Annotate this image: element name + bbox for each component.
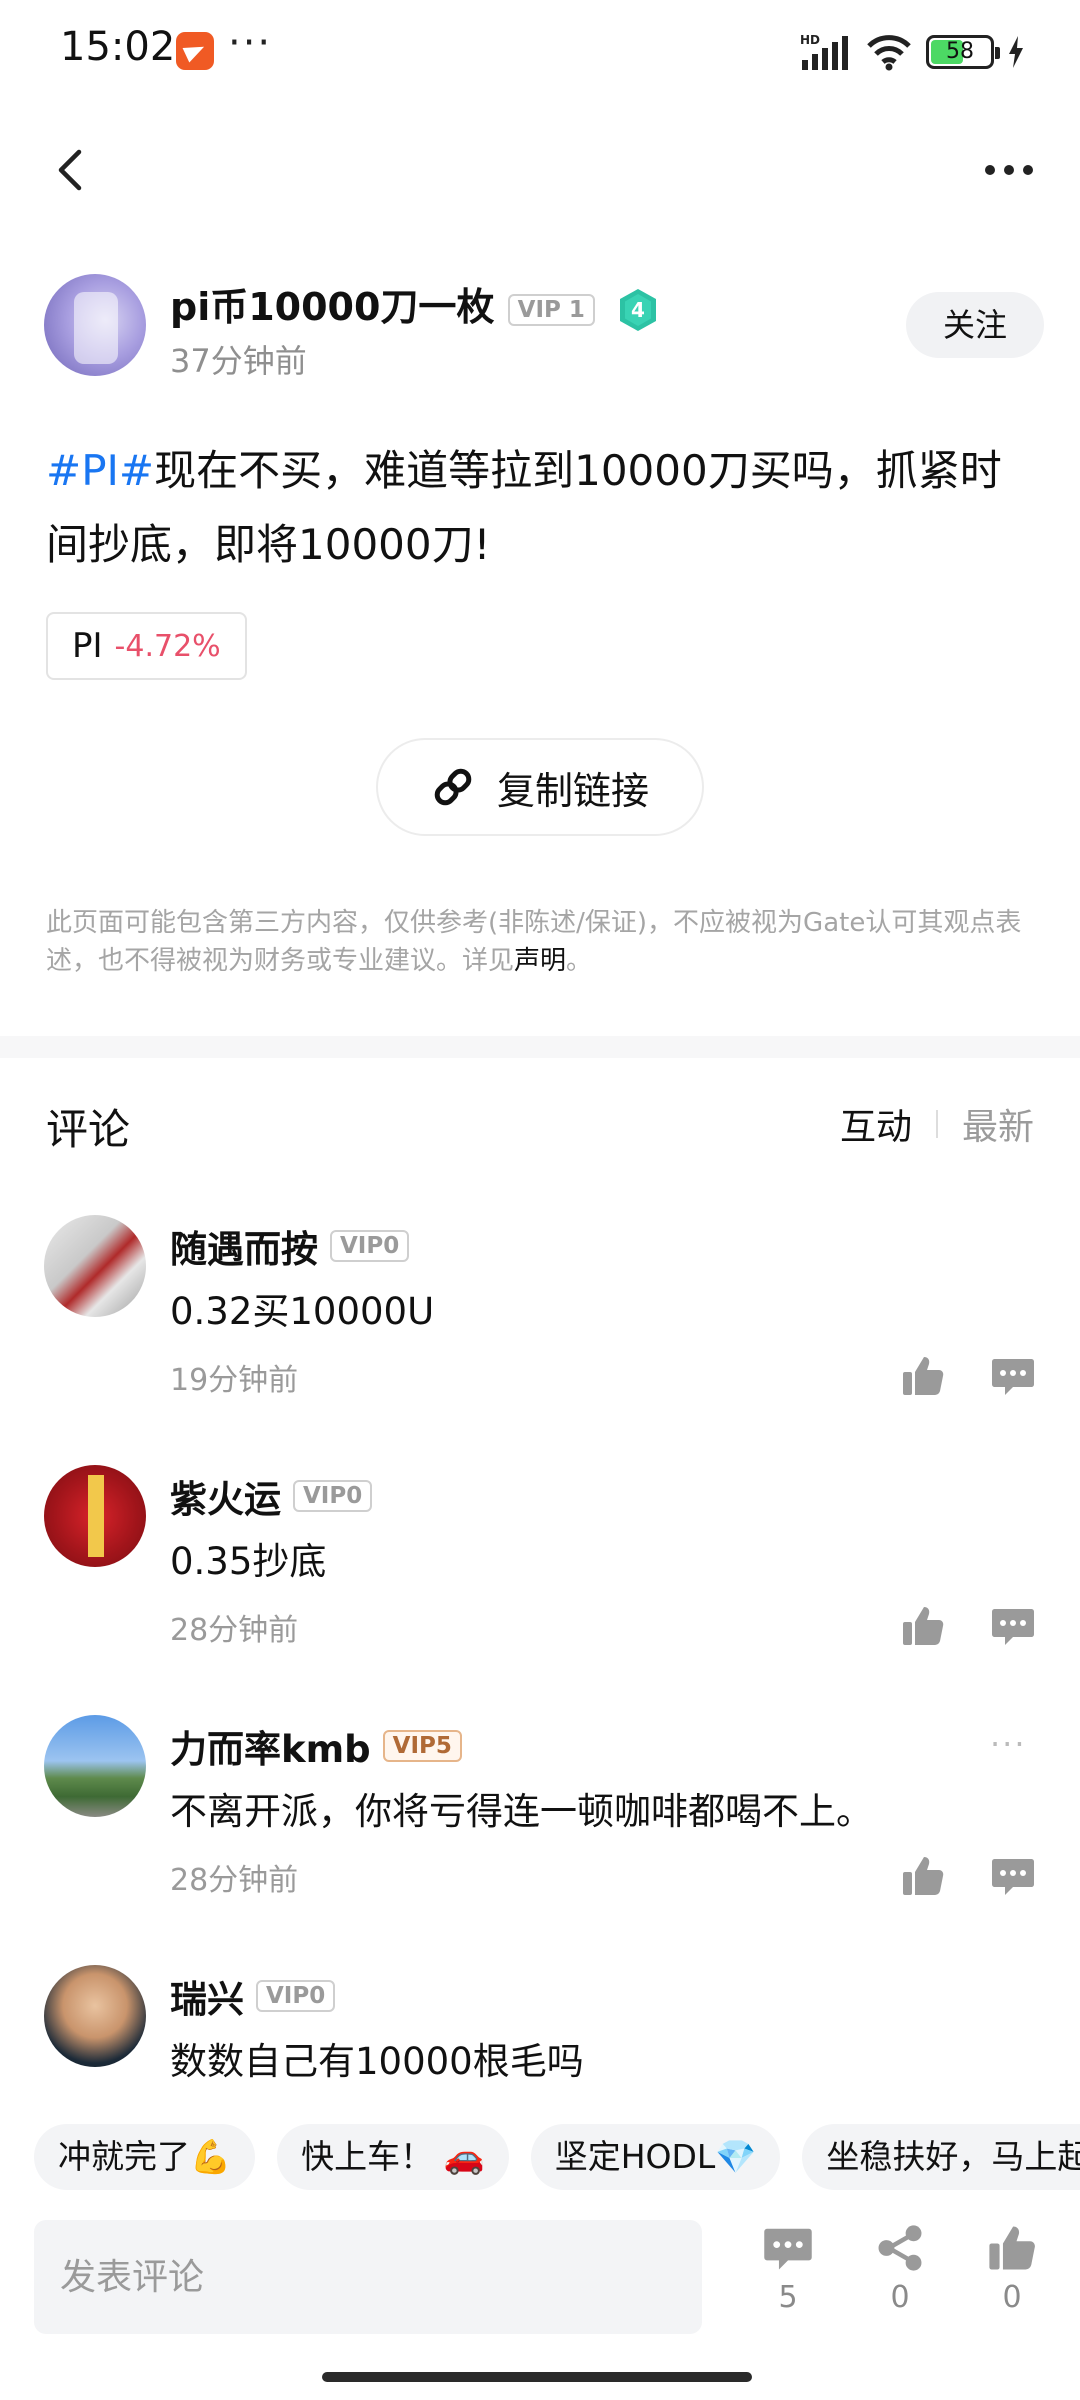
commenter-avatar[interactable] (44, 1215, 146, 1317)
signal-icon: HD (800, 33, 848, 70)
commenter-avatar[interactable] (44, 1465, 146, 1567)
like-icon[interactable] (900, 1853, 946, 1899)
comment-time: 19分钟前 (170, 1363, 299, 1398)
post-text: 现在不买，难道等拉到10000刀买吗，抓紧时间抄底，即将10000刀! (46, 446, 1002, 569)
commenter-avatar[interactable] (44, 1965, 146, 2067)
disclaimer-end: 。 (566, 946, 593, 976)
reply-icon[interactable] (990, 1853, 1036, 1899)
commenter-name[interactable]: 力而率kmb (170, 1719, 371, 1773)
comments-count: 5 (778, 2280, 798, 2315)
bottom-bar: 5 0 0 (0, 2214, 1080, 2344)
like-action[interactable]: 0 (972, 2214, 1052, 2315)
copy-link-button[interactable]: 复制链接 (376, 738, 704, 836)
quick-reply-chip[interactable]: 冲就完了💪 (34, 2124, 256, 2190)
comment-text: 数数自己有10000根毛吗 (170, 2040, 584, 2083)
commenter-name[interactable]: 紫火运 (170, 1469, 281, 1523)
svg-text:HD: HD (800, 33, 820, 47)
battery-icon: 58 (926, 35, 1000, 69)
like-icon[interactable] (900, 1353, 946, 1399)
status-bar: 15:02 ··· HD 58 (0, 0, 1080, 100)
commenter-name-row: 力而率kmb VIP5 (170, 1719, 462, 1773)
quick-reply-chip[interactable]: 坚定HODL💎 (530, 2124, 781, 2190)
more-notifications-icon: ··· (228, 20, 273, 66)
tab-separator (935, 1110, 938, 1138)
comment-more-button[interactable]: ··· (990, 1725, 1027, 1763)
comments-action[interactable]: 5 (748, 2214, 828, 2315)
commenter-name-row: 紫火运 VIP0 (170, 1469, 373, 1523)
commenter-name[interactable]: 随遇而按 (170, 1219, 318, 1273)
post-time: 37分钟前 (170, 342, 307, 380)
wifi-icon (867, 35, 911, 71)
comments-header: 评论 互动 最新 (0, 1088, 1080, 1158)
comment-text: 0.32买10000U (170, 1290, 435, 1333)
comment-time: 28分钟前 (170, 1613, 299, 1648)
comments-title: 评论 (46, 1105, 131, 1154)
coin-chip[interactable]: PI -4.72% (46, 612, 247, 680)
section-divider (0, 1036, 1080, 1058)
comment-text: 不离开派，你将亏得连一顿咖啡都喝不上。 (170, 1790, 873, 1833)
level-badge-icon: 4 (618, 288, 658, 332)
commenter-name-row: 瑞兴 VIP0 (170, 1969, 336, 2023)
commenter-name-row: 随遇而按 VIP0 (170, 1219, 410, 1273)
comment-text: 0.35抄底 (170, 1540, 327, 1583)
commenter-avatar[interactable] (44, 1715, 146, 1817)
battery-tip (995, 47, 1000, 59)
follow-button[interactable]: 关注 (906, 292, 1044, 358)
comment-time: 28分钟前 (170, 1863, 299, 1898)
share-icon (878, 2225, 922, 2271)
coin-name: PI (72, 626, 103, 666)
reply-icon[interactable] (990, 1353, 1036, 1399)
sort-tabs: 互动 最新 (840, 1098, 1034, 1150)
more-options-button[interactable] (974, 140, 1044, 200)
shares-count: 0 (890, 2280, 910, 2315)
comment-item: 随遇而按 VIP0 0.32买10000U 19分钟前 (0, 1215, 1080, 1455)
quick-reply-chip[interactable]: 快上车！ 🚗 (277, 2124, 509, 2190)
commenter-name[interactable]: 瑞兴 (170, 1969, 244, 2023)
comment-icon (764, 2228, 812, 2270)
charging-icon (1009, 36, 1023, 68)
tab-latest[interactable]: 最新 (962, 1098, 1034, 1150)
quick-reply-chip[interactable]: 坐稳扶好，马上起飞 (802, 2124, 1080, 2190)
reply-icon[interactable] (990, 1603, 1036, 1649)
comment-item: 力而率kmb VIP5 ··· 不离开派，你将亏得连一顿咖啡都喝不上。 28分钟… (0, 1715, 1080, 1955)
home-indicator[interactable] (322, 2372, 752, 2382)
vip-badge: VIP5 (382, 1730, 462, 1762)
author-name[interactable]: pi币10000刀一枚 (170, 285, 494, 329)
share-action[interactable]: 0 (860, 2214, 940, 2315)
vip-badge: VIP 1 (507, 293, 595, 326)
link-icon (434, 768, 472, 806)
battery-percent: 58 (946, 39, 974, 64)
comment-input[interactable] (34, 2220, 702, 2334)
svg-text:4: 4 (631, 298, 645, 322)
copy-link-label: 复制链接 (496, 768, 649, 813)
disclaimer: 此页面可能包含第三方内容，仅供参考(非陈述/保证)，不应被视为Gate认可其观点… (46, 904, 1040, 980)
status-icons: HD 58 (800, 30, 1024, 74)
vip-badge: VIP0 (293, 1480, 373, 1512)
comment-item: 紫火运 VIP0 0.35抄底 28分钟前 (0, 1465, 1080, 1705)
post-hashtag[interactable]: #PI# (46, 446, 154, 495)
disclaimer-link[interactable]: 声明 (514, 946, 566, 976)
nav-bar (0, 120, 1080, 220)
more-horizontal-icon (985, 165, 1033, 175)
vip-badge: VIP0 (330, 1230, 410, 1262)
likes-count: 0 (1002, 2280, 1022, 2315)
notification-app-icon (176, 32, 214, 70)
chevron-left-icon (58, 149, 82, 191)
post-content: #PI#现在不买，难道等拉到10000刀买吗，抓紧时间抄底，即将10000刀! (46, 434, 1036, 582)
author-name-row[interactable]: pi币10000刀一枚 VIP 1 4 (170, 276, 658, 332)
post-author: pi币10000刀一枚 VIP 1 4 37分钟前 关注 (44, 270, 1044, 380)
like-icon (989, 2226, 1035, 2270)
back-button[interactable] (40, 140, 100, 200)
author-avatar[interactable] (44, 274, 146, 376)
comment-item: 瑞兴 VIP0 数数自己有10000根毛吗 (0, 1965, 1080, 2085)
tab-interaction[interactable]: 互动 (840, 1098, 912, 1150)
quick-replies: 冲就完了💪 快上车！ 🚗 坚定HODL💎 坐稳扶好，马上起飞 (34, 2124, 1080, 2192)
like-icon[interactable] (900, 1603, 946, 1649)
status-time: 15:02 (60, 24, 176, 70)
vip-badge: VIP0 (256, 1980, 336, 2012)
coin-change: -4.72% (114, 628, 221, 664)
